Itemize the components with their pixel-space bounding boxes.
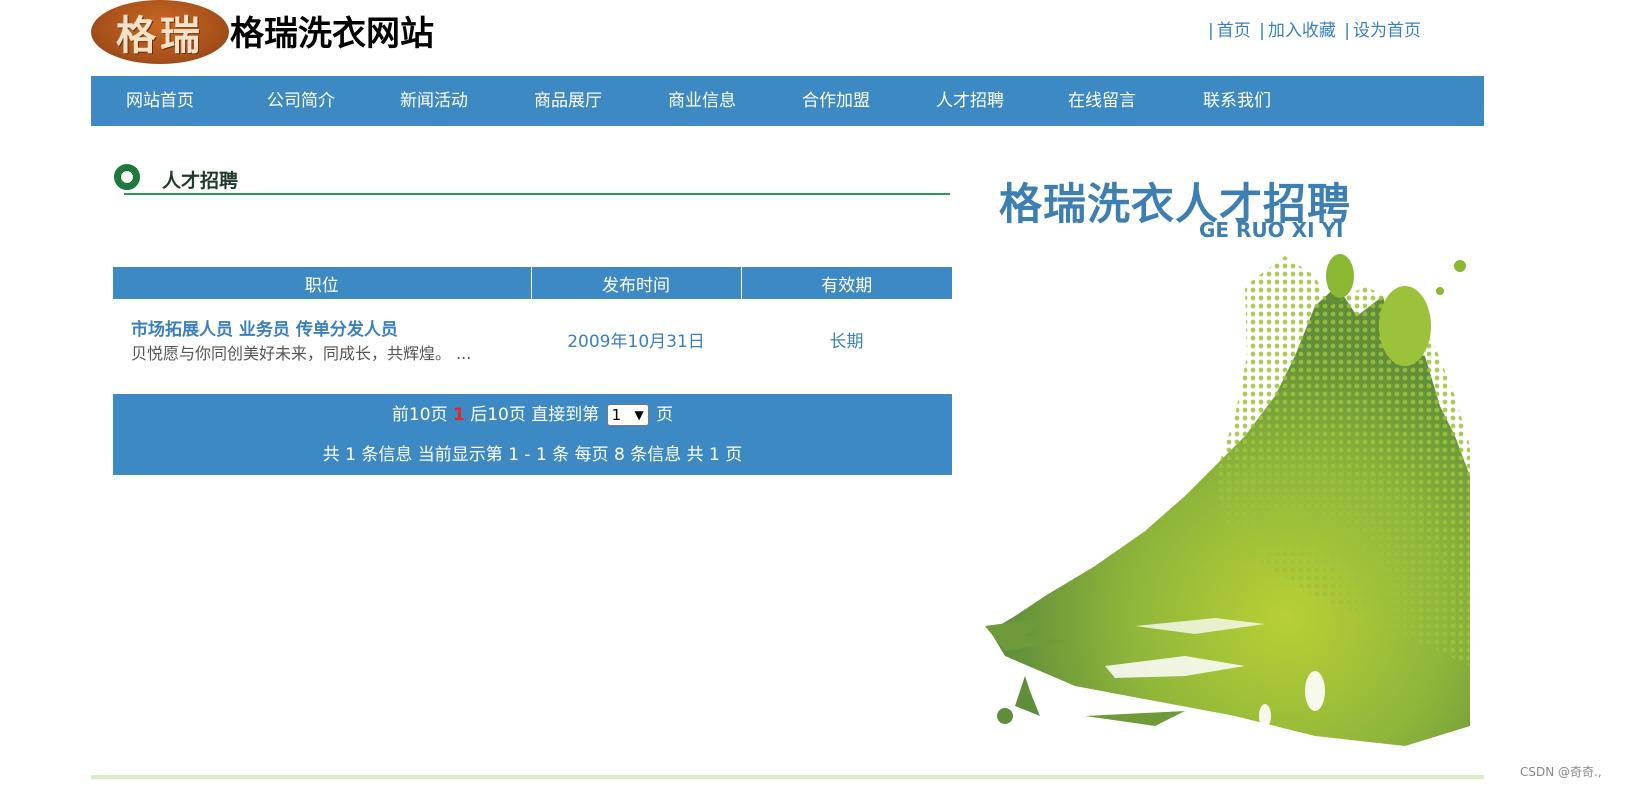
pagination-summary: 共 1 条信息 当前显示第 1 - 1 条 每页 8 条信息 共 1 页 — [322, 445, 743, 465]
link-separator: | — [1208, 21, 1214, 41]
nav-item-news[interactable]: 新闻活动 — [400, 76, 468, 126]
page-select[interactable]: 1 ▼ — [606, 404, 649, 426]
job-title-link[interactable]: 市场拓展人员 业务员 传单分发人员 — [131, 315, 530, 340]
site-header: 格瑞 格瑞洗衣网站 | 首页 | 加入收藏 | 设为首页 — [0, 0, 1652, 76]
job-date: 2009年10月31日 — [567, 331, 705, 352]
site-logo[interactable]: 格瑞 — [91, 0, 229, 64]
paint-splash-illustration — [985, 254, 1470, 746]
column-header-validity: 有效期 — [741, 267, 952, 299]
section-divider — [124, 193, 950, 195]
next-10-pages[interactable]: 后10页 — [470, 405, 526, 425]
table-row: 市场拓展人员 业务员 传单分发人员 贝悦愿与你同创美好未来，同成长，共辉煌。 .… — [113, 299, 952, 379]
current-page[interactable]: 1 — [453, 405, 465, 425]
table-header-row: 职位 发布时间 有效期 — [113, 267, 952, 299]
set-homepage-link[interactable]: 设为首页 — [1353, 21, 1421, 41]
site-title: 格瑞洗衣网站 — [230, 14, 434, 54]
page-select-value: 1 — [611, 406, 622, 424]
logo-text: 格瑞 — [116, 12, 204, 59]
nav-item-contact[interactable]: 联系我们 — [1203, 76, 1271, 126]
nav-item-home[interactable]: 网站首页 — [126, 76, 194, 126]
jobs-table: 职位 发布时间 有效期 市场拓展人员 业务员 传单分发人员 贝悦愿与你同创美好未… — [113, 267, 952, 379]
job-cell: 市场拓展人员 业务员 传单分发人员 贝悦愿与你同创美好未来，同成长，共辉煌。 .… — [113, 299, 531, 379]
link-separator: | — [1259, 21, 1265, 41]
column-header-position: 职位 — [113, 267, 532, 299]
job-description: 贝悦愿与你同创美好未来，同成长，共辉煌。 ... — [131, 343, 472, 363]
home-link[interactable]: 首页 — [1217, 21, 1251, 41]
banner-subtitle: GE RUO XI YI — [1199, 218, 1344, 242]
job-validity: 长期 — [829, 331, 864, 352]
section-title: 人才招聘 — [162, 170, 239, 192]
page-unit-label: 页 — [656, 405, 674, 425]
column-header-date: 发布时间 — [531, 267, 742, 299]
main-nav: 网站首页 公司简介 新闻活动 商品展厅 商业信息 合作加盟 人才招聘 在线留言 … — [91, 76, 1484, 126]
nav-item-business[interactable]: 商业信息 — [668, 76, 736, 126]
link-separator: | — [1344, 21, 1351, 41]
ring-icon — [114, 164, 140, 190]
top-links: | 首页 | 加入收藏 | 设为首页 — [1205, 16, 1421, 41]
chevron-down-icon: ▼ — [634, 408, 644, 422]
section-header: 人才招聘 — [114, 162, 950, 196]
nav-item-messages[interactable]: 在线留言 — [1068, 76, 1136, 126]
goto-label: 直接到第 — [531, 405, 600, 425]
recruitment-banner: 格瑞洗衣人才招聘 GE RUO XI YI — [985, 150, 1470, 756]
pagination: 前10页 1 后10页 直接到第 1 ▼ 页 共 1 条信息 当前显示第 1 - … — [113, 394, 952, 475]
prev-10-pages[interactable]: 前10页 — [392, 405, 448, 425]
pagination-controls: 前10页 1 后10页 直接到第 1 ▼ 页 — [113, 400, 952, 430]
add-favorite-link[interactable]: 加入收藏 — [1268, 21, 1336, 41]
nav-item-about[interactable]: 公司简介 — [267, 76, 335, 126]
watermark: CSDN @奇奇., — [1520, 765, 1602, 779]
footer-divider — [91, 775, 1484, 779]
nav-item-recruitment[interactable]: 人才招聘 — [936, 76, 1004, 126]
nav-item-franchise[interactable]: 合作加盟 — [802, 76, 870, 126]
nav-item-products[interactable]: 商品展厅 — [534, 76, 602, 126]
